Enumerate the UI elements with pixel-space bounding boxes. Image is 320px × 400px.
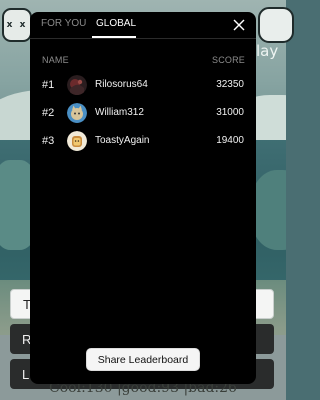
blue-cat-avatar-icon [67,103,87,123]
score-value: 19400 [216,135,244,146]
leaderboard-row[interactable]: #1 Rilosorus64 32350 [30,74,256,98]
rank-label: #2 [42,107,55,119]
rank-label: #1 [42,79,55,91]
dark-red-avatar-icon [67,75,87,95]
user-avatar[interactable] [67,131,87,151]
leaderboard-row[interactable]: #3 ToastyAgain 19400 [30,130,256,154]
column-header-score: SCORE [212,55,246,65]
left-character-badge[interactable]: x x [2,8,32,42]
tab-for-you[interactable]: FOR YOU [41,18,86,29]
leaderboard-tabs: FOR YOU GLOBAL [30,12,256,38]
username: ToastyAgain [95,135,150,146]
username: William312 [95,107,144,118]
score-value: 32350 [216,79,244,90]
column-header-name: NAME [42,55,69,65]
rank-label: #3 [42,135,55,147]
leaderboard-modal: FOR YOU GLOBAL NAME SCORE #1 Rilosorus64… [30,12,256,384]
username: Rilosorus64 [95,79,148,90]
user-avatar[interactable] [67,75,87,95]
score-value: 31000 [216,107,244,118]
close-icon [233,19,245,31]
toast-avatar-icon [67,131,87,151]
close-button[interactable] [230,16,248,34]
share-leaderboard-button[interactable]: Share Leaderboard [86,348,200,371]
tabs-divider [30,38,256,39]
leaderboard-row[interactable]: #2 William312 31000 [30,102,256,126]
user-avatar[interactable] [67,103,87,123]
tab-global[interactable]: GLOBAL [96,18,136,29]
right-character-badge[interactable] [258,7,294,43]
play-label[interactable]: lay [256,42,278,60]
